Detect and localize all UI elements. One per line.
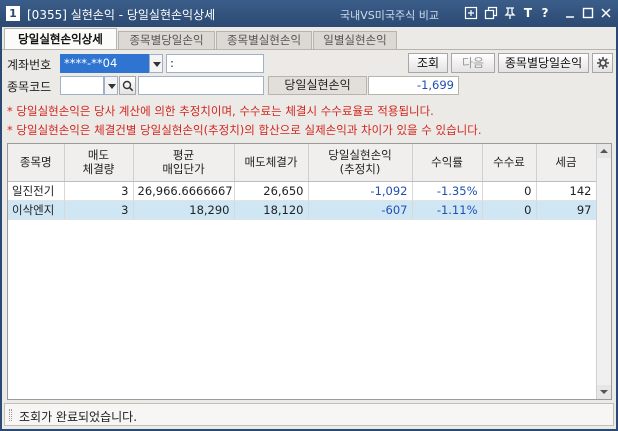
status-bar: 조회가 완료되었습니다. [4,403,614,426]
compare-link[interactable]: 국내VS미국주식 비교 [340,7,439,23]
cell-realized-pnl: -607 [308,200,413,220]
scroll-down-arrow-icon[interactable] [597,385,611,399]
gear-icon [596,57,609,69]
settings-icon[interactable] [464,6,478,20]
cell-avg-buy-price: 26,966.6666667 [133,181,235,201]
realized-pnl-label: 당일실현손익 [268,76,367,95]
app-window: 1 [0355] 실현손익 - 당일실현손익상세 국내VS미국주식 비교 T ?… [0,0,618,431]
account-dropdown-button[interactable] [149,54,163,73]
table-header-row: 종목명 매도 체결량 평균 매입단가 매도체결가 당일실현손익 (추정치) 수익률 수… [8,144,597,182]
header-text: 매도체결가 [244,155,298,170]
header-text: 수익률 [431,155,463,170]
col-header-return-rate[interactable]: 수익률 [412,144,483,182]
stock-search-button[interactable] [119,76,136,95]
query-button[interactable]: 조회 [408,53,448,73]
header-text: 당일실현손익 [328,148,392,163]
tab-realized-pnl-by-stock[interactable]: 종목별실현손익 [216,31,312,50]
pin-icon[interactable] [503,6,517,20]
close-icon[interactable] [599,6,613,20]
results-table: 종목명 매도 체결량 평균 매입단가 매도체결가 당일실현손익 (추정치) 수익률 수… [8,144,597,220]
copy-window-icon[interactable] [484,6,498,20]
account-name-field: : [166,54,264,73]
col-header-realized-pnl[interactable]: 당일실현손익 (추정치) [308,144,413,182]
stock-code-label: 종목코드 [7,80,52,94]
cell-sell-qty: 3 [64,200,134,220]
col-header-avg-buy-price[interactable]: 평균 매입단가 [133,144,235,182]
cell-sell-price: 18,120 [234,200,309,220]
cell-avg-buy-price: 18,290 [133,200,235,220]
results-grid[interactable]: 종목명 매도 체결량 평균 매입단가 매도체결가 당일실현손익 (추정치) 수익률 수… [7,143,612,400]
header-text: 종목명 [19,155,52,170]
tab-daily-realized-pnl[interactable]: 일별실현손익 [313,31,397,50]
cell-fee: 0 [482,200,537,220]
scroll-up-arrow-icon[interactable] [597,144,611,158]
table-row[interactable]: 이삭엔지 3 18,290 18,120 -607 -1.11% 0 97 [8,200,597,220]
cell-sell-qty: 3 [64,181,134,201]
cell-sell-price: 26,650 [234,181,309,201]
header-text: 매입단가 [162,162,205,177]
header-text: (추정치) [339,162,381,177]
stock-code-input[interactable] [60,76,104,95]
header-text: 체결량 [82,162,115,177]
cell-tax: 142 [536,181,597,201]
cell-tax: 97 [536,200,597,220]
notice-line-1: * 당일실현손익은 당사 계산에 의한 추정치이며, 수수료는 체결시 수수료율… [7,104,434,118]
col-header-fee[interactable]: 수수료 [482,144,537,182]
header-text: 수수료 [493,155,525,170]
search-icon [122,80,133,92]
config-gear-button[interactable] [592,53,613,73]
col-header-tax[interactable]: 세금 [536,144,597,182]
window-title: [0355] 실현손익 - 당일실현손익상세 [27,8,216,22]
tab-daily-realized-detail[interactable]: 당일실현손익상세 [4,28,117,50]
window-number-badge: 1 [6,6,20,21]
daily-pnl-by-stock-button[interactable]: 종목별당일손익 [498,53,589,73]
col-header-stock-name[interactable]: 종목명 [8,144,65,182]
cell-return-rate: -1.35% [412,181,483,201]
realized-pnl-value: -1,699 [368,76,459,95]
notice-line-2: * 당일실현손익은 체결건별 당일실현손익(추정치)의 합산으로 실제손익과 차… [7,123,482,137]
maximize-icon[interactable] [581,6,595,20]
tab-underline [2,49,616,50]
table-row[interactable]: 일진전기 3 26,966.6666667 26,650 -1,092 -1.3… [8,181,597,201]
status-message: 조회가 완료되었습니다. [19,410,138,424]
account-number-input[interactable]: ****-**04 [60,54,149,73]
title-bar: 1 [0355] 실현손익 - 당일실현손익상세 국내VS미국주식 비교 T ? [0,0,618,27]
text-size-icon[interactable]: T [521,6,535,20]
tab-daily-pnl-by-stock[interactable]: 종목별당일손익 [118,31,215,50]
cell-stock-name: 이삭엔지 [8,200,65,220]
header-text: 세금 [555,155,577,170]
col-header-sell-qty[interactable]: 매도 체결량 [64,144,134,182]
minimize-icon[interactable] [563,6,577,20]
header-text: 평균 [172,148,195,163]
cell-return-rate: -1.11% [412,200,483,220]
stock-name-field [138,76,264,95]
grip-icon [9,409,12,421]
cell-fee: 0 [482,181,537,201]
help-icon[interactable]: ? [538,6,552,20]
cell-realized-pnl: -1,092 [308,181,413,201]
cell-stock-name: 일진전기 [8,181,65,201]
account-label: 계좌번호 [7,58,52,72]
stock-code-dropdown-button[interactable] [104,76,118,95]
col-header-sell-price[interactable]: 매도체결가 [234,144,309,182]
window-body: 당일실현손익상세 종목별당일손익 종목별실현손익 일별실현손익 계좌번호 ***… [2,27,616,429]
vertical-scrollbar[interactable] [596,144,611,399]
next-button[interactable]: 다음 [451,53,495,73]
tab-strip: 당일실현손익상세 종목별당일손익 종목별실현손익 일별실현손익 [2,27,616,50]
header-text: 매도 [87,148,110,163]
